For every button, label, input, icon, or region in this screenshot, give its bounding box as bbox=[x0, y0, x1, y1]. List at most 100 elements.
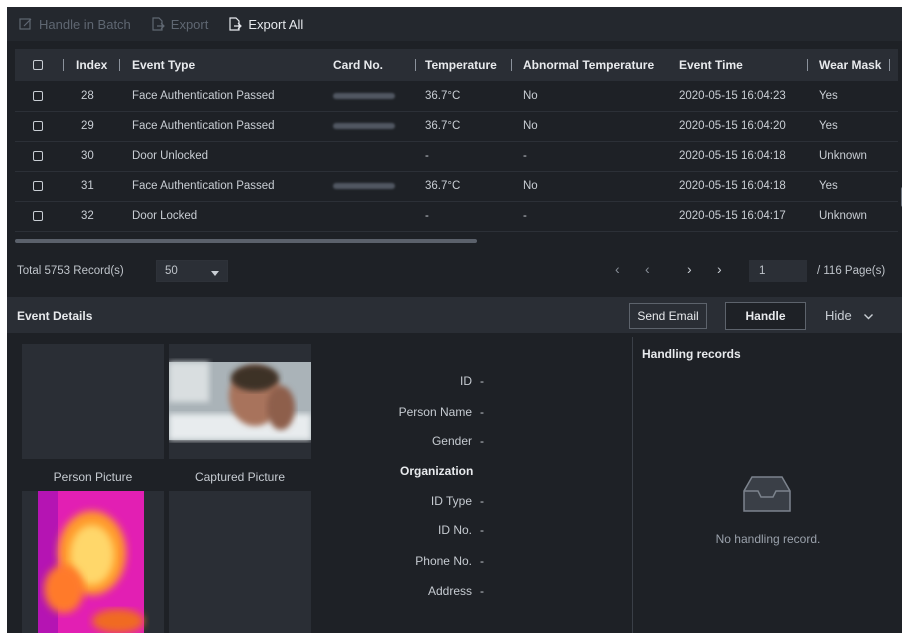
table-row[interactable]: 32 Door Locked - - 2020-05-15 16:04:17 Unknow… bbox=[15, 201, 898, 232]
app-window: Handle in Batch Export Export All Index … bbox=[7, 7, 902, 633]
cell-abnormal-temperature: - bbox=[523, 150, 527, 162]
hide-button[interactable]: Hide bbox=[825, 308, 873, 323]
cell-temperature: 36.7°C bbox=[425, 90, 461, 102]
id-value: - bbox=[480, 374, 484, 388]
organization-heading: Organization bbox=[400, 464, 474, 478]
batch-edit-icon bbox=[19, 17, 33, 31]
extra-picture bbox=[169, 491, 311, 633]
header-temperature[interactable]: Temperature bbox=[425, 49, 497, 81]
cell-index: 28 bbox=[81, 90, 94, 102]
address-label: Address bbox=[427, 584, 472, 598]
cell-event-type: Door Unlocked bbox=[132, 150, 209, 162]
header-card-no[interactable]: Card No. bbox=[333, 49, 383, 81]
cell-event-time: 2020-05-15 16:04:17 bbox=[679, 210, 786, 222]
id-no-label: ID No. bbox=[437, 523, 472, 537]
table-row[interactable]: 28 Face Authentication Passed 36.7°C No 2020… bbox=[15, 81, 898, 112]
cell-event-type: Face Authentication Passed bbox=[132, 120, 275, 132]
event-table: Index Event Type Card No. Temperature Ab… bbox=[15, 49, 902, 245]
page-size-value: 50 bbox=[165, 265, 178, 277]
header-index[interactable]: Index bbox=[76, 49, 107, 81]
cell-event-type: Face Authentication Passed bbox=[132, 90, 275, 102]
gender-value: - bbox=[480, 434, 484, 448]
event-details-header: Event Details Send Email Handle Hide bbox=[7, 297, 902, 333]
cell-abnormal-temperature: No bbox=[523, 90, 538, 102]
cell-wear-mask: Unknown bbox=[819, 210, 867, 222]
header-event-time[interactable]: Event Time bbox=[679, 49, 743, 81]
export-all-icon bbox=[228, 17, 243, 31]
cell-temperature: 36.7°C bbox=[425, 120, 461, 132]
horizontal-scrollbar[interactable] bbox=[15, 239, 477, 243]
select-all-checkbox[interactable] bbox=[33, 49, 43, 81]
caret-down-icon bbox=[211, 268, 219, 280]
row-checkbox[interactable] bbox=[33, 201, 43, 231]
address-value: - bbox=[480, 584, 484, 598]
row-checkbox[interactable] bbox=[33, 141, 43, 171]
person-name-label: Person Name bbox=[398, 405, 472, 419]
cell-event-time: 2020-05-15 16:04:23 bbox=[679, 90, 786, 102]
chevron-down-icon bbox=[863, 308, 873, 323]
cell-index: 29 bbox=[81, 120, 94, 132]
total-pages: / 116 Page(s) bbox=[817, 265, 886, 277]
table-row[interactable]: 31 Face Authentication Passed 36.7°C No 2020… bbox=[15, 171, 898, 202]
id-type-value: - bbox=[480, 494, 484, 508]
header-wear-mask[interactable]: Wear Mask bbox=[819, 49, 881, 81]
header-abnormal-temperature[interactable]: Abnormal Temperature bbox=[523, 49, 654, 81]
phone-no-label: Phone No. bbox=[415, 554, 472, 568]
table-row[interactable]: 30 Door Unlocked - - 2020-05-15 16:04:18 Unkn… bbox=[15, 141, 898, 172]
pagination: Total 5753 Record(s) 50 ‹ ‹ › › 1 / 116 … bbox=[15, 252, 898, 288]
event-details-title: Event Details bbox=[17, 309, 93, 323]
next-page-icon[interactable]: › bbox=[687, 261, 692, 277]
cell-wear-mask: Yes bbox=[819, 90, 838, 102]
cell-abnormal-temperature: No bbox=[523, 180, 538, 192]
cell-card-no bbox=[333, 171, 395, 201]
captured-face-image bbox=[169, 362, 311, 440]
cell-event-time: 2020-05-15 16:04:18 bbox=[679, 180, 786, 192]
redacted-card-number bbox=[333, 123, 395, 129]
page-number-input[interactable]: 1 bbox=[749, 260, 807, 282]
id-type-label: ID Type bbox=[430, 494, 472, 508]
handling-records-title: Handling records bbox=[642, 347, 741, 361]
cell-temperature: - bbox=[425, 150, 429, 162]
cell-temperature: 36.7°C bbox=[425, 180, 461, 192]
thermal-image bbox=[38, 491, 144, 633]
page-number-value: 1 bbox=[759, 265, 766, 277]
cell-event-time: 2020-05-15 16:04:18 bbox=[679, 150, 786, 162]
cell-temperature: - bbox=[425, 210, 429, 222]
toolbar: Handle in Batch Export Export All bbox=[7, 7, 902, 41]
cell-abnormal-temperature: - bbox=[523, 210, 527, 222]
redacted-card-number bbox=[333, 93, 395, 99]
person-picture-label: Person Picture bbox=[53, 470, 133, 484]
export-all-button[interactable]: Export All bbox=[228, 7, 303, 41]
table-header: Index Event Type Card No. Temperature Ab… bbox=[15, 49, 898, 81]
person-name-value: - bbox=[480, 405, 484, 419]
cell-wear-mask: Unknown bbox=[819, 150, 867, 162]
row-checkbox[interactable] bbox=[33, 171, 43, 201]
table-row[interactable]: 29 Face Authentication Passed 36.7°C No 2020… bbox=[15, 111, 898, 142]
id-label: ID bbox=[460, 374, 472, 388]
phone-no-value: - bbox=[480, 554, 484, 568]
handle-in-batch-label: Handle in Batch bbox=[39, 16, 131, 32]
header-event-type[interactable]: Event Type bbox=[132, 49, 195, 81]
thermal-picture bbox=[22, 491, 164, 633]
cell-card-no bbox=[333, 81, 395, 111]
handle-button[interactable]: Handle bbox=[725, 302, 806, 330]
last-page-icon[interactable]: › bbox=[717, 261, 722, 277]
export-all-label: Export All bbox=[248, 16, 304, 32]
export-button[interactable]: Export bbox=[151, 7, 208, 41]
hide-label: Hide bbox=[825, 308, 852, 323]
vertical-scrollbar[interactable] bbox=[901, 187, 902, 207]
previous-page-icon[interactable]: ‹ bbox=[645, 261, 650, 277]
cell-wear-mask: Yes bbox=[819, 120, 838, 132]
total-records: Total 5753 Record(s) bbox=[17, 265, 124, 277]
cell-wear-mask: Yes bbox=[819, 180, 838, 192]
handle-in-batch-button[interactable]: Handle in Batch bbox=[19, 7, 131, 41]
captured-picture bbox=[169, 344, 311, 459]
id-no-value: - bbox=[480, 523, 484, 537]
row-checkbox[interactable] bbox=[33, 81, 43, 111]
first-page-icon[interactable]: ‹ bbox=[615, 261, 620, 277]
send-email-button[interactable]: Send Email bbox=[629, 303, 707, 329]
page-size-select[interactable]: 50 bbox=[156, 260, 228, 282]
row-checkbox[interactable] bbox=[33, 111, 43, 141]
redacted-card-number bbox=[333, 183, 395, 189]
gender-label: Gender bbox=[431, 434, 472, 448]
